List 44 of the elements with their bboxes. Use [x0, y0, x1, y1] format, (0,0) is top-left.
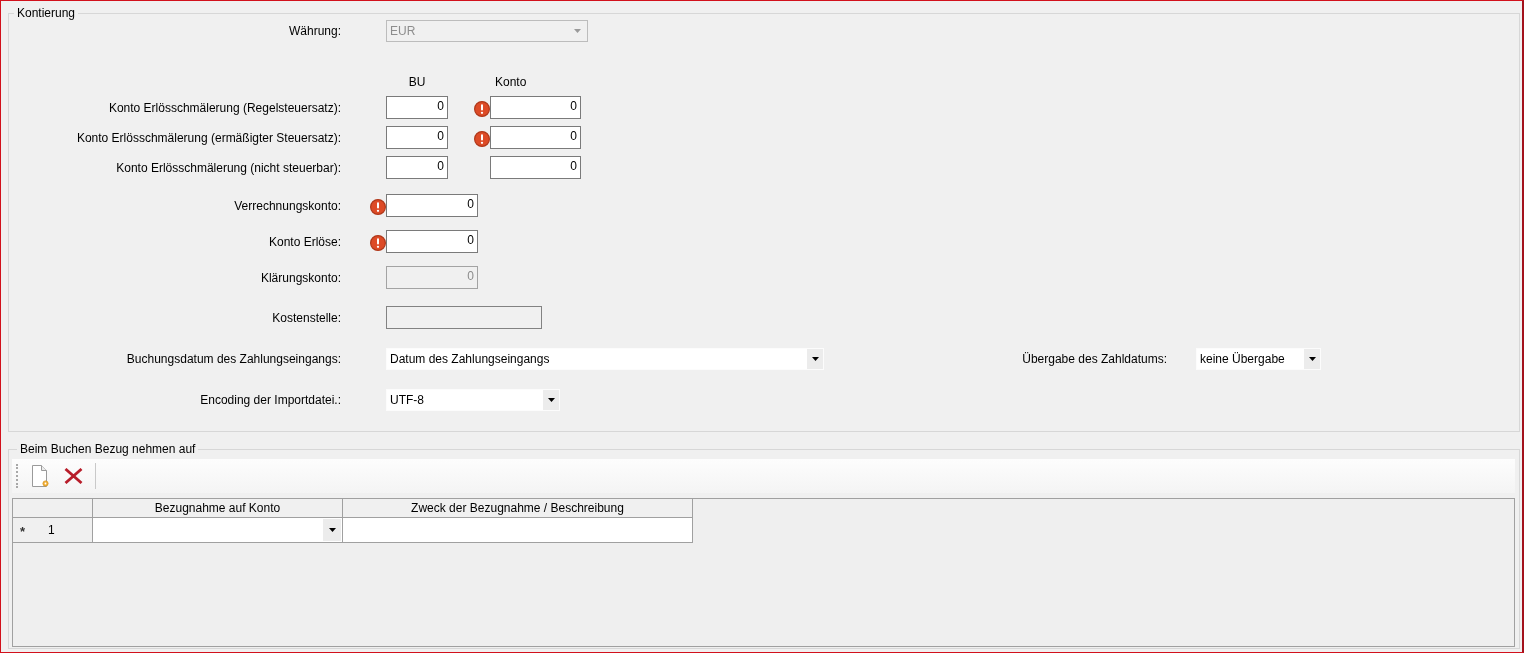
cross-icon	[63, 468, 83, 484]
row-number: 1	[48, 523, 55, 537]
caret-icon	[328, 528, 336, 532]
dropdown-button[interactable]	[1303, 349, 1320, 369]
caret-icon	[574, 28, 581, 33]
group-title: Beim Buchen Bezug nehmen auf	[19, 442, 197, 456]
field-label: Verrechnungskonto:	[234, 198, 341, 213]
field-label: Konto Erlösschmälerung (ermäßigter Steuersatz):	[76, 130, 341, 145]
group-title: Kontierung	[16, 6, 77, 20]
caret-icon	[547, 398, 555, 402]
input-field[interactable]: 0	[490, 156, 581, 179]
input-field[interactable]: 0	[386, 156, 448, 179]
field-label: Konto Erlöse:	[268, 234, 341, 249]
field-label: Encoding der Importdatei.:	[200, 393, 341, 407]
dropdown[interactable]: UTF-8	[386, 389, 560, 411]
cell-dropdown[interactable]	[93, 518, 343, 543]
column-header: Bezugnahme auf Konto	[93, 499, 343, 518]
dropdown-button[interactable]	[806, 349, 823, 369]
field-label: Kostenstelle:	[272, 310, 341, 325]
document-gear-icon	[31, 465, 49, 487]
input-field[interactable]: 0	[386, 126, 448, 149]
input-field[interactable]: 0	[490, 126, 581, 149]
dropdown[interactable]: Datum des Zahlungseingangs	[386, 348, 824, 370]
field-label: Konto Erlösschmälerung (nicht steuerbar):	[116, 160, 341, 175]
new-row-marker: *	[20, 523, 26, 538]
table-cell[interactable]	[343, 518, 693, 543]
caret-icon	[811, 357, 819, 361]
dropdown-button[interactable]	[542, 390, 559, 410]
column-header: Zweck der Bezugnahme / Beschreibung	[343, 499, 693, 518]
column-header: BU	[408, 75, 426, 89]
dropdown[interactable]: keine Übergabe	[1196, 348, 1321, 370]
dropdown-button[interactable]	[323, 519, 341, 541]
caret-icon	[1308, 357, 1316, 361]
row-header[interactable]: * 1	[13, 518, 93, 543]
input-field[interactable]: 0	[490, 96, 581, 119]
field-label: Übergabe des Zahldatums:	[1022, 352, 1167, 366]
input-field[interactable]: 0	[386, 96, 448, 119]
input-field[interactable]: 0	[386, 230, 478, 253]
field-label: Klärungskonto:	[260, 270, 341, 285]
field-label: Konto Erlösschmälerung (Regelsteuersatz):	[108, 100, 341, 115]
field-label: Währung:	[288, 23, 341, 38]
input-field[interactable]: 0	[386, 194, 478, 217]
column-header: Konto	[495, 75, 527, 89]
field-label: Buchungsdatum des Zahlungseingangs:	[126, 352, 341, 366]
